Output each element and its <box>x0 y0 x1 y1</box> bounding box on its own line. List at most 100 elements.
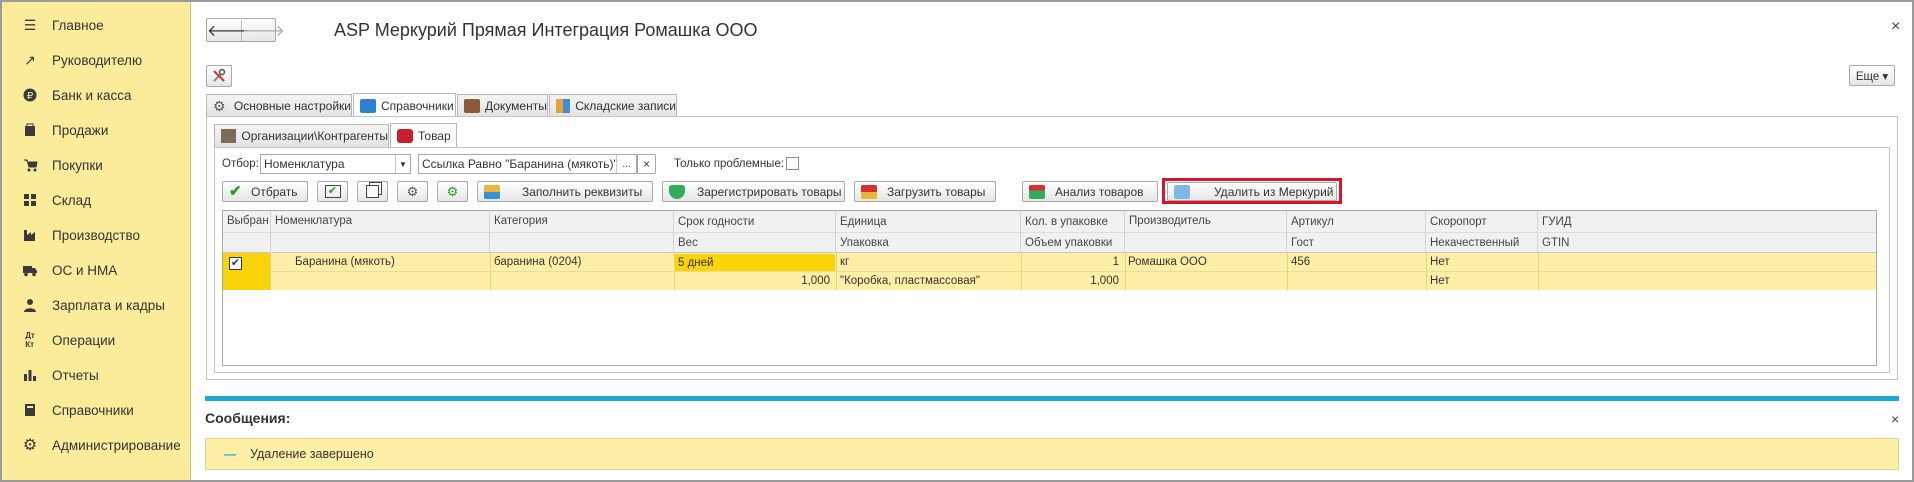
analysis-icon <box>1029 184 1045 199</box>
sidebar-item-bank[interactable]: ₽ Банк и касса <box>2 81 191 109</box>
cell-nomenclature: Баранина (мякоть) <box>295 256 395 268</box>
sidebar-item-admin[interactable]: ⚙ Администрирование <box>2 431 191 459</box>
add-settings-button[interactable]: ⚙ <box>437 181 468 202</box>
cell-weight: 1,000 <box>801 275 830 287</box>
select-all-button[interactable]: ✔ <box>317 181 348 202</box>
col-volume[interactable]: Объем упаковки <box>1021 232 1125 253</box>
fill-details-button[interactable]: Заполнить реквизиты <box>477 181 653 202</box>
person-icon <box>22 297 38 313</box>
tab-organizations[interactable]: Организации\Контрагенты <box>214 124 389 147</box>
forward-button[interactable]: 🡒 <box>242 20 285 41</box>
message-text: Удаление завершено <box>250 447 374 461</box>
shield-icon <box>669 184 685 199</box>
col-gtin[interactable]: GTIN <box>1538 232 1876 253</box>
sales-icon <box>22 122 38 138</box>
message-item[interactable]: — Удаление завершено <box>205 438 1899 470</box>
row-sep <box>1538 253 1539 290</box>
add-gear-icon: ⚙ <box>446 183 459 199</box>
cell-article: 456 <box>1291 256 1311 268</box>
row-checkbox[interactable]: ✔ <box>229 257 242 270</box>
row-sep <box>1021 253 1022 290</box>
tab-catalogs[interactable]: Справочники <box>353 93 456 117</box>
col-package[interactable]: Упаковка <box>836 232 1021 253</box>
sidebar-item-assets[interactable]: ОС и НМА <box>2 256 191 284</box>
col-qty-per-pack[interactable]: Кол. в упаковке <box>1021 211 1125 232</box>
row-sep <box>836 253 837 290</box>
col-unit[interactable]: Единица <box>836 211 1021 232</box>
col-defective[interactable]: Некачественный <box>1426 232 1538 253</box>
sidebar-item-main[interactable]: ☰ Главное <box>2 11 191 39</box>
cart-icon <box>397 128 413 143</box>
chevron-down-icon[interactable]: ▼ <box>395 155 410 173</box>
problems-checkbox[interactable] <box>786 157 799 170</box>
app-window: ☰ Главное ↗ Руководителю ₽ Банк и касса Про… <box>0 0 1914 482</box>
delete-from-mercury-button[interactable]: Удалить из Меркурий <box>1167 182 1337 201</box>
copy-icon <box>366 185 379 198</box>
gear-icon: ⚙ <box>213 98 226 114</box>
cell-category: баранина (0204) <box>494 256 582 268</box>
tab-main-settings[interactable]: ⚙ Основные настройки <box>206 94 352 117</box>
sidebar-item-reports[interactable]: Отчеты <box>2 361 191 389</box>
reports-icon <box>22 367 38 383</box>
col-perishable[interactable]: Скоропорт <box>1426 211 1538 232</box>
book-icon <box>22 402 38 418</box>
mercury-icon <box>1174 184 1190 199</box>
sidebar-item-director[interactable]: ↗ Руководителю <box>2 46 191 74</box>
fill-icon <box>484 184 500 199</box>
cell-perishable: Нет <box>1430 256 1450 268</box>
filter-link-field[interactable]: Ссылка Равно "Баранина (мякоть)" <box>418 154 637 174</box>
register-goods-button[interactable]: Зарегистрировать товары <box>662 181 845 202</box>
analyze-goods-button[interactable]: Анализ товаров <box>1022 181 1158 202</box>
tab-warehouse-records[interactable]: Складские записи <box>549 94 677 117</box>
sidebar-item-production[interactable]: Производство <box>2 221 191 249</box>
cell-shelf-life[interactable]: 5 дней <box>675 254 835 271</box>
cell-unit: кг <box>840 256 850 268</box>
message-dash: — <box>224 447 236 461</box>
check-icon: ✔ <box>229 182 242 200</box>
filter-field[interactable]: Номенклатура <box>260 154 411 174</box>
settings-tools-button[interactable] <box>206 65 232 87</box>
col-weight[interactable]: Вес <box>674 232 836 253</box>
load-goods-button[interactable]: Загрузить товары <box>854 181 996 202</box>
operations-icon: Дт Кт <box>25 331 35 349</box>
sidebar-item-catalogs[interactable]: Справочники <box>2 396 191 424</box>
svg-text:₽: ₽ <box>27 91 34 102</box>
trend-icon: ↗ <box>24 51 36 68</box>
check-all-icon: ✔ <box>324 185 341 198</box>
sidebar-item-purchases[interactable]: Покупки <box>2 151 191 179</box>
ellipsis-button[interactable]: ... <box>616 155 636 173</box>
back-button[interactable]: 🡐 <box>207 19 250 41</box>
cart-icon <box>22 157 38 173</box>
briefcase-icon <box>464 99 480 113</box>
copy-button[interactable] <box>357 181 388 202</box>
tab-documents[interactable]: Документы <box>457 94 548 117</box>
messages-divider <box>205 396 1899 401</box>
clear-filter-button[interactable]: × <box>637 154 656 174</box>
col-shelf-life[interactable]: Срок годности <box>674 211 836 232</box>
list-gear-icon: ⚙ <box>406 183 419 199</box>
col-nomenclature[interactable]: Номенклатура <box>271 211 490 253</box>
col-gost[interactable]: Гост <box>1287 232 1426 253</box>
nav-buttons: 🡐 🡒 <box>206 18 285 42</box>
sidebar-item-operations[interactable]: Дт Кт Операции <box>2 326 191 354</box>
col-selected[interactable]: Выбран <box>223 211 271 253</box>
sidebar-item-sales[interactable]: Продажи <box>2 116 191 144</box>
col-producer[interactable]: Производитель <box>1125 211 1287 253</box>
settings-list-button[interactable]: ⚙ <box>397 181 428 202</box>
sidebar-item-warehouse[interactable]: Склад <box>2 186 191 214</box>
col-category[interactable]: Категория <box>490 211 674 253</box>
select-button[interactable]: ✔ Отбрать <box>222 181 308 202</box>
close-window-button[interactable]: × <box>1891 18 1900 36</box>
more-button[interactable]: Еще ▾ <box>1849 65 1895 86</box>
menu-icon: ☰ <box>23 16 37 33</box>
col-guid[interactable]: ГУИД <box>1538 211 1876 232</box>
close-messages-button[interactable]: × <box>1891 411 1899 427</box>
page-title: ASP Меркурий Прямая Интеграция Ромашка О… <box>334 20 758 40</box>
boxes-icon <box>556 99 571 113</box>
col-article[interactable]: Артикул <box>1287 211 1426 232</box>
warehouse-icon <box>22 192 38 208</box>
catalog-icon <box>360 98 376 113</box>
sidebar-item-salary[interactable]: Зарплата и кадры <box>2 291 191 319</box>
tab-goods[interactable]: Товар <box>390 123 457 147</box>
cell-producer: Ромашка ООО <box>1128 256 1207 268</box>
